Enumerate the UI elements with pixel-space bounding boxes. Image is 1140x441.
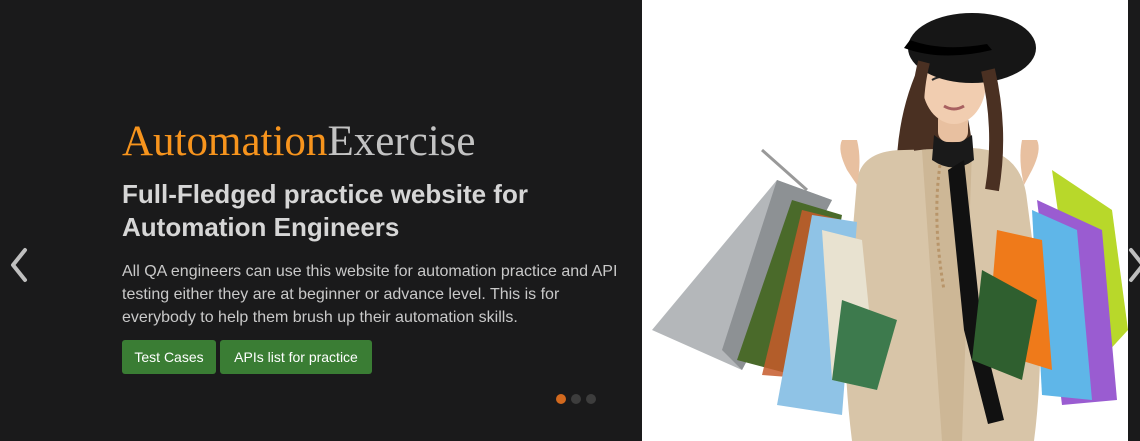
hero-carousel: AutomationExercise Full-Fledged practice…: [0, 0, 1140, 441]
carousel-dot-3[interactable]: [586, 394, 596, 404]
apis-list-button[interactable]: APIs list for practice: [220, 340, 372, 374]
brand-part-automation: Automation: [122, 118, 328, 165]
carousel-dot-2[interactable]: [571, 394, 581, 404]
chevron-left-icon[interactable]: [8, 247, 30, 283]
chevron-right-icon[interactable]: [1126, 247, 1140, 283]
shopping-woman-illustration: [652, 13, 1128, 441]
brand-heading: AutomationExercise: [122, 118, 475, 166]
carousel-indicators: [556, 394, 596, 404]
test-cases-button[interactable]: Test Cases: [122, 340, 216, 374]
slide-headline: Full-Fledged practice website for Automa…: [122, 179, 528, 242]
slide-description: All QA engineers can use this website fo…: [122, 263, 618, 326]
next-slide-edge: [1128, 0, 1140, 441]
brand-part-exercise: Exercise: [327, 118, 476, 165]
hero-image: [642, 0, 1128, 441]
carousel-dot-1[interactable]: [556, 394, 566, 404]
